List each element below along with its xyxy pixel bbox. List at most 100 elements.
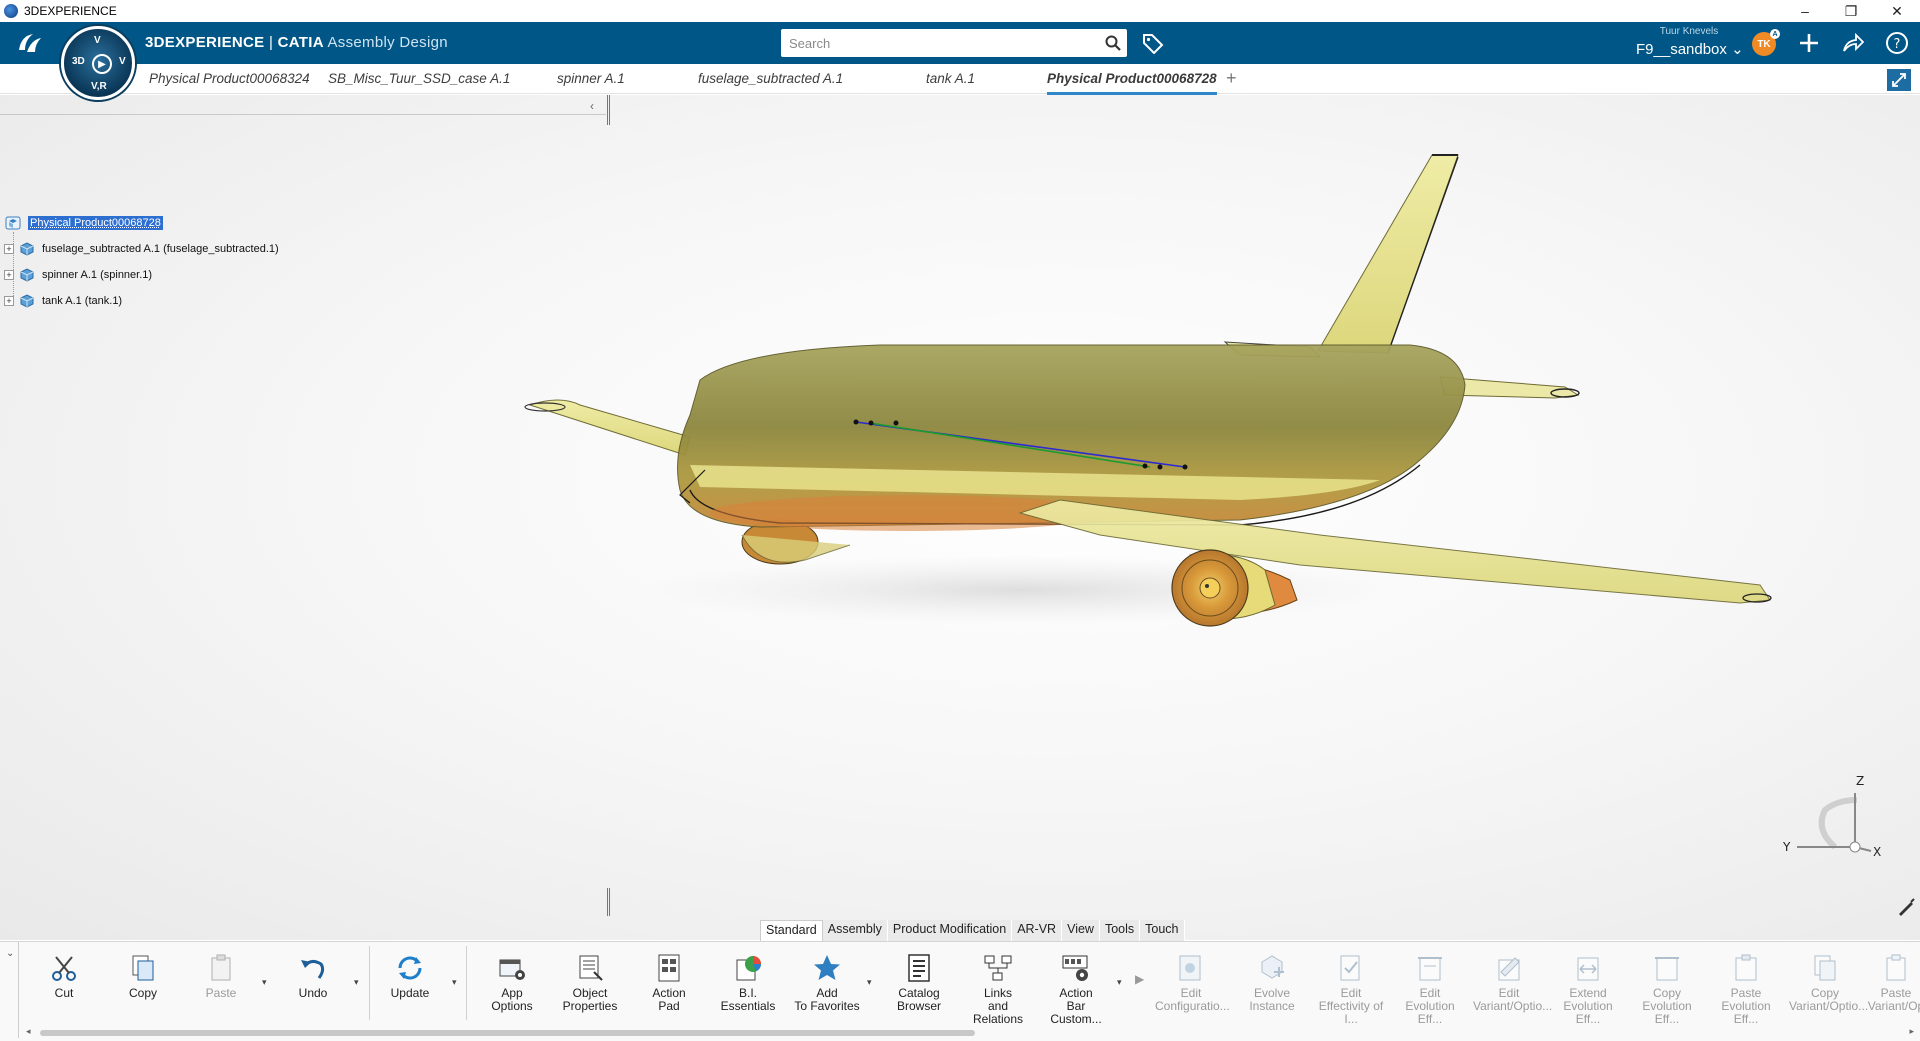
tree-item-label[interactable]: spinner A.1 (spinner.1) <box>42 269 152 281</box>
scroll-right-arrow[interactable]: ▸ <box>1909 1026 1914 1037</box>
window-title: 3DEXPERIENCE <box>24 4 117 18</box>
undo-icon <box>301 959 325 979</box>
expand-icon[interactable]: + <box>4 296 14 306</box>
copy-evolution-button[interactable]: Copy Evolution Eff... <box>1631 952 1703 1026</box>
toolbar-separator <box>369 946 370 1020</box>
minimize-button[interactable]: – <box>1782 0 1828 22</box>
tab-spinner[interactable]: spinner A.1 <box>557 71 625 86</box>
object-properties-button[interactable]: Object Properties <box>554 952 626 1013</box>
dassault-logo-icon[interactable] <box>12 28 48 58</box>
paste-button[interactable]: Paste <box>185 952 257 1000</box>
robot-icon[interactable] <box>1896 897 1916 917</box>
tree-item[interactable]: + spinner A.1 (spinner.1) <box>4 262 279 288</box>
cut-button[interactable]: Cut <box>28 952 100 1000</box>
action-bar-scrollbar[interactable]: ◂ ▸ <box>24 1026 1914 1038</box>
copy-variant-button[interactable]: Copy Variant/Optio... <box>1789 952 1868 1013</box>
expand-icon[interactable]: + <box>4 244 14 254</box>
customize-dropdown-arrow[interactable]: ▾ <box>1117 977 1122 988</box>
favorites-dropdown-arrow[interactable]: ▾ <box>867 977 872 988</box>
measure-point <box>1157 464 1163 470</box>
edit-configuration-button[interactable]: Edit Configuratio... <box>1155 952 1230 1013</box>
action-pad-button[interactable]: Action Pad <box>633 952 705 1013</box>
update-button[interactable]: Update <box>374 952 446 1000</box>
undo-button[interactable]: Undo <box>277 952 349 1000</box>
expand-icon[interactable]: + <box>4 270 14 280</box>
search-icon[interactable] <box>1099 29 1127 57</box>
add-favorites-button[interactable]: Add To Favorites <box>791 952 863 1013</box>
search-box[interactable] <box>781 29 1127 57</box>
variant-icon <box>1498 957 1520 981</box>
add-tab-button[interactable]: + <box>1226 68 1237 89</box>
section-ar-vr[interactable]: AR-VR <box>1012 920 1063 941</box>
collab-space-dropdown[interactable]: F9__sandbox ⌄ <box>1636 40 1744 58</box>
edit-evolution-button[interactable]: Edit Evolution Eff... <box>1394 952 1466 1026</box>
play-icon[interactable]: ▶ <box>92 54 112 74</box>
scrollbar-thumb[interactable] <box>40 1030 975 1036</box>
action-bar-customization-button[interactable]: Action Bar Custom... <box>1040 952 1112 1026</box>
add-favorites-label-2: To Favorites <box>794 999 860 1013</box>
links-icon <box>984 955 1012 981</box>
extend-evolution-button[interactable]: Extend Evolution Eff... <box>1552 952 1624 1026</box>
tab-tank[interactable]: tank A.1 <box>926 71 975 86</box>
paste-variant-button[interactable]: Paste Variant/Op <box>1860 952 1920 1013</box>
section-assembly[interactable]: Assembly <box>822 920 888 941</box>
axis-triad[interactable]: Z Y X <box>1775 775 1885 865</box>
section-product-modification[interactable]: Product Modification <box>887 920 1013 941</box>
tree-root-label[interactable]: Physical Product00068728 <box>28 216 163 230</box>
avatar[interactable]: TK A <box>1752 29 1780 56</box>
compass-widget[interactable]: V 3D V V,R ▶ <box>61 26 135 100</box>
part-icon <box>20 268 34 282</box>
close-button[interactable]: ✕ <box>1874 0 1920 22</box>
chevron-right-icon[interactable]: ▶ <box>1135 972 1144 986</box>
tree-item[interactable]: + fuselage_subtracted A.1 (fuselage_subt… <box>4 236 279 262</box>
part-icon <box>20 242 34 256</box>
section-touch[interactable]: Touch <box>1140 920 1185 941</box>
action-bar-toggle[interactable]: ⌄ <box>6 948 14 959</box>
tab-fuselage-subtracted[interactable]: fuselage_subtracted A.1 <box>698 71 843 86</box>
fullscreen-icon[interactable] <box>1887 69 1911 91</box>
copy-evolution-icon <box>1655 957 1679 981</box>
tag-icon[interactable] <box>1141 32 1165 55</box>
restore-button[interactable]: ❐ <box>1828 0 1874 22</box>
brand-workbench: Assembly Design <box>323 34 448 51</box>
search-input[interactable] <box>781 30 1099 56</box>
paste-evolution-button[interactable]: Paste Evolution Eff... <box>1710 952 1782 1026</box>
update-dropdown-arrow[interactable]: ▾ <box>452 977 457 988</box>
bi-essentials-button[interactable]: B.I. Essentials <box>712 952 784 1013</box>
vertical-tail <box>1317 154 1459 354</box>
edit-variant-button[interactable]: Edit Variant/Optio... <box>1473 952 1553 1013</box>
section-view[interactable]: View <box>1062 920 1100 941</box>
tab-physical-product-00068728[interactable]: Physical Product00068728 <box>1047 71 1217 95</box>
links-relations-button[interactable]: Links and Relations <box>962 952 1034 1026</box>
brand-separator: | <box>264 34 278 51</box>
paste-icon <box>211 954 231 981</box>
tree-root[interactable]: Physical Product00068728 <box>4 210 279 236</box>
undo-dropdown-arrow[interactable]: ▾ <box>354 977 359 988</box>
app-options-label-2: Options <box>491 999 533 1013</box>
airplane-model[interactable] <box>0 95 1920 940</box>
app-options-button[interactable]: App Options <box>476 952 548 1013</box>
share-icon[interactable] <box>1840 30 1866 56</box>
edit-variant-label-2: Variant/Optio... <box>1473 999 1553 1013</box>
add-icon[interactable] <box>1796 30 1822 56</box>
edit-effectivity-button[interactable]: Edit Effectivity of I... <box>1315 952 1387 1026</box>
help-icon[interactable]: ? <box>1884 30 1910 56</box>
copy-button[interactable]: Copy <box>107 952 179 1000</box>
section-standard[interactable]: Standard <box>760 920 823 941</box>
window-titlebar: 3DEXPERIENCE – ❐ ✕ <box>0 0 1920 22</box>
app-brand: 3DEXPERIENCE | CATIA Assembly Design <box>145 34 448 51</box>
tree-item[interactable]: + tank A.1 (tank.1) <box>4 288 279 314</box>
3d-viewport[interactable]: ‹ Physical Product00068728 + fuselage_su… <box>0 95 1920 940</box>
tab-physical-product-00068324[interactable]: Physical Product00068324 <box>149 71 310 86</box>
axis-y-label: Y <box>1782 840 1791 854</box>
tab-sb-misc-ssd-case[interactable]: SB_Misc_Tuur_SSD_case A.1 <box>328 71 510 86</box>
catalog-browser-button[interactable]: Catalog Browser <box>883 952 955 1013</box>
tree-item-label[interactable]: fuselage_subtracted A.1 (fuselage_subtra… <box>42 243 279 255</box>
user-info[interactable]: Tuur Knevels F9__sandbox ⌄ <box>1636 26 1744 58</box>
tree-item-label[interactable]: tank A.1 (tank.1) <box>42 295 122 307</box>
evolve-instance-button[interactable]: Evolve Instance <box>1236 952 1308 1013</box>
section-tools[interactable]: Tools <box>1099 920 1141 941</box>
scroll-left-arrow[interactable]: ◂ <box>26 1026 31 1037</box>
paste-dropdown-arrow[interactable]: ▾ <box>262 977 267 988</box>
compass-bottom-label: V,R <box>91 81 107 92</box>
